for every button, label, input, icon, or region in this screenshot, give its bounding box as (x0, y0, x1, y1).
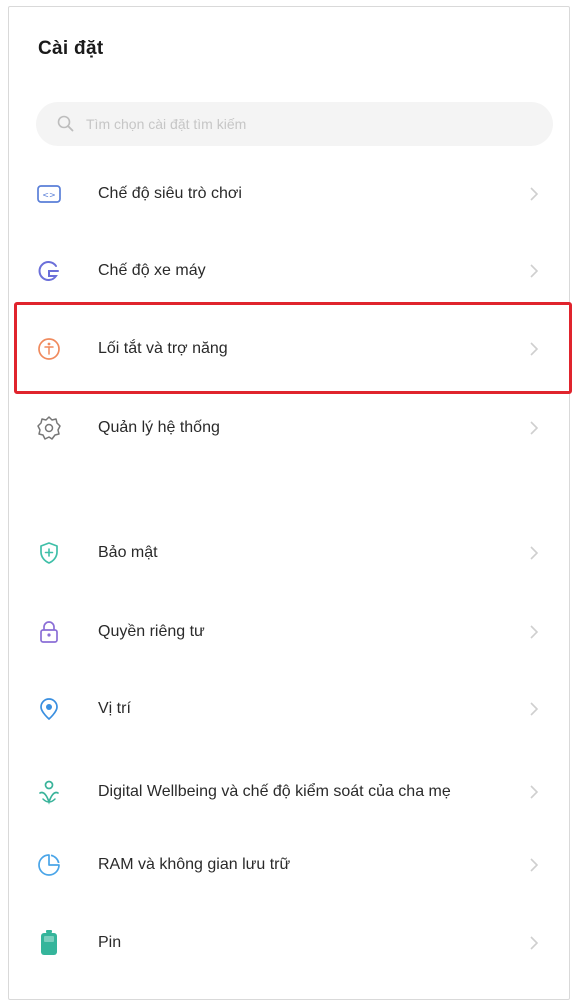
settings-item-label: Quản lý hệ thống (98, 419, 220, 436)
settings-item-game-mode[interactable]: <> Chế độ siêu trò chơi (0, 159, 562, 229)
settings-item-label: Chế độ xe máy (98, 262, 206, 279)
chevron-right-icon (530, 702, 539, 716)
search-input[interactable]: Tìm chọn cài đặt tìm kiếm (36, 102, 553, 146)
settings-item-label: Lối tắt và trợ năng (98, 340, 228, 357)
settings-item-label: Quyền riêng tư (98, 623, 205, 640)
page-title: Cài đặt (38, 38, 104, 59)
chevron-right-icon (530, 546, 539, 560)
battery-icon (34, 928, 64, 958)
location-icon (34, 694, 64, 724)
chevron-right-icon (530, 936, 539, 950)
search-icon (57, 115, 74, 132)
chevron-right-icon (530, 187, 539, 201)
settings-item-label: Pin (98, 934, 122, 951)
settings-item-battery[interactable]: Pin (0, 908, 562, 978)
chevron-right-icon (530, 264, 539, 278)
chevron-right-icon (530, 858, 539, 872)
chevron-right-icon (530, 785, 539, 799)
settings-item-label: Bảo mật (98, 544, 158, 561)
settings-item-security[interactable]: Bảo mật (0, 518, 562, 588)
settings-item-digital-wellbeing[interactable]: Digital Wellbeing và chế độ kiểm soát củ… (0, 752, 562, 832)
privacy-lock-icon (34, 617, 64, 647)
settings-item-ram-storage[interactable]: RAM và không gian lưu trữ (0, 830, 562, 900)
accessibility-icon (34, 334, 64, 364)
chevron-right-icon (530, 421, 539, 435)
search-placeholder: Tìm chọn cài đặt tìm kiếm (86, 116, 247, 132)
settings-item-privacy[interactable]: Quyền riêng tư (0, 597, 562, 667)
settings-item-label: RAM và không gian lưu trữ (98, 856, 291, 873)
game-mode-icon: <> (34, 179, 64, 209)
chevron-right-icon (530, 342, 539, 356)
settings-item-shortcuts-accessibility[interactable]: Lối tắt và trợ năng (0, 314, 562, 384)
storage-icon (34, 850, 64, 880)
chevron-right-icon (530, 625, 539, 639)
settings-item-location[interactable]: Vị trí (0, 674, 562, 744)
gear-icon (34, 413, 64, 443)
wellbeing-icon (34, 777, 64, 807)
motorbike-mode-icon (34, 256, 64, 286)
settings-item-motorbike-mode[interactable]: Chế độ xe máy (0, 236, 562, 306)
svg-text:<>: <> (42, 191, 55, 200)
shield-icon (34, 538, 64, 568)
settings-item-label: Vị trí (98, 700, 131, 717)
settings-item-system-management[interactable]: Quản lý hệ thống (0, 393, 562, 463)
settings-item-label: Digital Wellbeing và chế độ kiểm soát củ… (98, 783, 451, 800)
settings-item-label: Chế độ siêu trò chơi (98, 185, 242, 202)
